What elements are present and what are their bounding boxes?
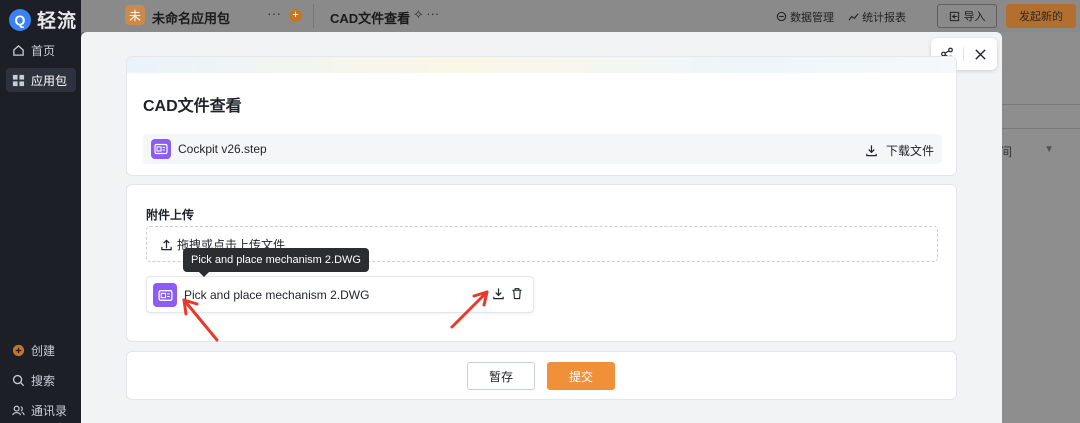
page-title: CAD文件查看 <box>330 11 411 26</box>
sidebar: Q 轻流 首页 应用包 创建 搜索 通讯录 <box>0 0 81 423</box>
attachment-name: Pick and place mechanism 2.DWG <box>184 288 370 302</box>
form-actions: 暂存 提交 <box>126 351 957 400</box>
chart-icon <box>848 13 859 21</box>
download-attachment-button[interactable] <box>492 287 505 303</box>
app-avatar: 未 <box>125 5 145 25</box>
sidebar-item-label: 搜索 <box>31 373 56 388</box>
reports-link[interactable]: 统计报表 <box>848 9 906 25</box>
top-header: 未 未命名应用包 ··· + CAD文件查看 ⟡ ··· 数据管理 统计报表 导… <box>81 0 1080 32</box>
publish-button[interactable]: 发起新的 <box>1006 4 1076 28</box>
file-icon <box>153 283 177 307</box>
file-name: Cockpit v26.step <box>178 142 267 156</box>
sidebar-item-label: 首页 <box>31 43 56 58</box>
close-button[interactable] <box>964 38 996 70</box>
logo-text: 轻流 <box>37 11 78 32</box>
sidebar-item-search[interactable]: 搜索 <box>6 368 76 392</box>
logo[interactable]: Q 轻流 <box>9 6 77 33</box>
divider <box>313 4 314 28</box>
attachment-item[interactable]: Pick and place mechanism 2.DWG <box>146 276 534 313</box>
import-button[interactable]: 导入 <box>937 4 997 28</box>
more-options-button[interactable]: ··· <box>267 5 281 21</box>
file-icon <box>151 139 171 159</box>
form-title: CAD文件查看 <box>143 98 242 115</box>
logo-mark: Q <box>9 8 31 31</box>
search-icon <box>11 373 25 387</box>
database-icon <box>776 11 787 22</box>
data-manage-label: 数据管理 <box>790 12 835 24</box>
app-name[interactable]: 未命名应用包 <box>152 8 230 27</box>
grid-icon <box>11 73 25 87</box>
cad-file-row[interactable]: Cockpit v26.step 下载文件 <box>143 134 942 164</box>
header-gradient <box>127 57 956 73</box>
download-label: 下载文件 <box>885 144 934 158</box>
save-draft-button[interactable]: 暂存 <box>467 362 535 390</box>
import-icon <box>949 11 959 21</box>
chevron-down-icon: ▼ <box>1044 144 1054 155</box>
home-icon <box>11 43 25 57</box>
sidebar-item-label: 通讯录 <box>31 403 68 418</box>
sidebar-item-apps[interactable]: 应用包 <box>6 68 76 92</box>
sidebar-item-contacts[interactable]: 通讯录 <box>6 398 76 422</box>
download-file-button[interactable]: 下载文件 <box>865 142 934 159</box>
sidebar-item-create[interactable]: 创建 <box>6 338 76 362</box>
reports-label: 统计报表 <box>862 12 907 24</box>
import-label: 导入 <box>963 11 986 23</box>
submit-button[interactable]: 提交 <box>547 362 615 390</box>
download-icon <box>493 288 504 300</box>
sidebar-item-label: 应用包 <box>31 73 68 88</box>
contacts-icon <box>11 403 25 417</box>
cad-file-card: CAD文件查看 Cockpit v26.step 下载文件 <box>126 56 957 176</box>
upload-icon <box>161 238 172 250</box>
close-icon <box>974 48 986 60</box>
filename-tooltip: Pick and place mechanism 2.DWG <box>183 248 369 272</box>
add-button[interactable]: + <box>289 9 302 22</box>
sidebar-item-label: 创建 <box>31 343 56 358</box>
data-manage-link[interactable]: 数据管理 <box>776 9 834 25</box>
attachment-label: 附件上传 <box>146 208 195 222</box>
download-icon <box>866 145 877 157</box>
page-tools-button[interactable]: ⟡ ··· <box>414 6 439 22</box>
cad-view-modal: CAD文件查看 Cockpit v26.step 下载文件 附件上传 拖拽或点击… <box>81 32 1002 423</box>
delete-attachment-button[interactable] <box>511 287 523 303</box>
trash-icon <box>512 288 522 300</box>
sidebar-item-home[interactable]: 首页 <box>6 38 76 62</box>
attachment-actions <box>492 287 523 303</box>
tooltip-arrow <box>199 272 209 277</box>
plus-circle-icon <box>11 343 25 357</box>
